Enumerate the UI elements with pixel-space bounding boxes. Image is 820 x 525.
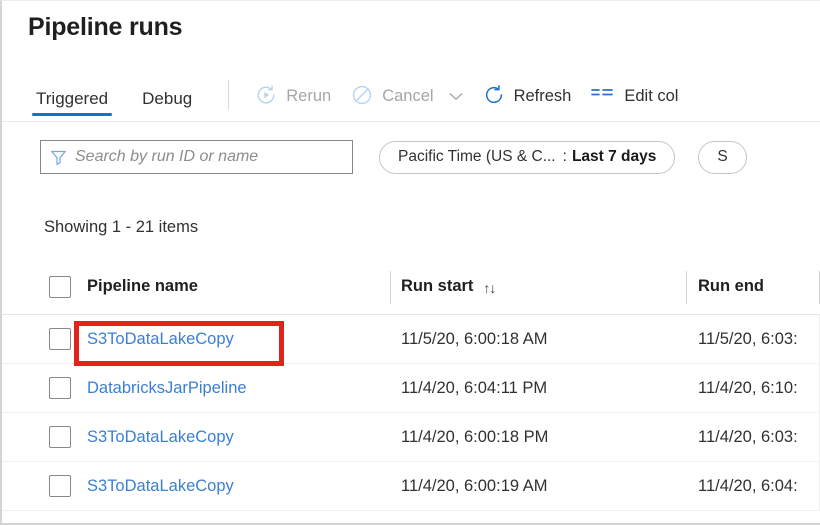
table-header-row: Pipeline name Run start ↑↓ Run end	[2, 259, 820, 315]
tab-triggered-label: Triggered	[36, 89, 108, 108]
search-input[interactable]: Search by run ID or name	[75, 148, 258, 166]
row-select-checkbox[interactable]	[49, 328, 71, 350]
pipeline-name-link[interactable]: S3ToDataLakeCopy	[87, 477, 234, 496]
rerun-button[interactable]: Rerun	[245, 78, 341, 112]
column-header-run-start[interactable]: Run start ↑↓	[401, 277, 495, 296]
refresh-icon	[483, 84, 505, 106]
toolbar: Rerun Cancel	[245, 69, 820, 122]
run-start-value: 11/4/20, 6:04:11 PM	[401, 379, 547, 398]
pipeline-name-link[interactable]: S3ToDataLakeCopy	[87, 330, 234, 349]
edit-columns-label: Edit col	[624, 88, 678, 105]
refresh-button[interactable]: Refresh	[473, 78, 582, 112]
toolbar-divider	[228, 80, 229, 110]
tab-debug[interactable]: Debug	[138, 89, 196, 122]
pipeline-runs-table: Pipeline name Run start ↑↓ Run end S3ToD…	[2, 259, 820, 511]
row-select-checkbox[interactable]	[49, 475, 71, 497]
tab-debug-label: Debug	[142, 89, 192, 108]
run-end-value: 11/4/20, 6:10:	[698, 379, 798, 398]
column-header-pipeline-name-label: Pipeline name	[87, 277, 198, 296]
table-row[interactable]: S3ToDataLakeCopy 11/5/20, 6:00:18 AM 11/…	[2, 315, 820, 364]
row-select-checkbox[interactable]	[49, 426, 71, 448]
cancel-button[interactable]: Cancel	[341, 78, 472, 112]
column-header-run-start-label: Run start	[401, 277, 473, 296]
filter-bar: Search by run ID or name Pacific Time (U…	[2, 129, 820, 185]
pipeline-name-link[interactable]: DatabricksJarPipeline	[87, 379, 247, 398]
filter-funnel-icon	[50, 149, 67, 166]
timezone-label: Pacific Time (US & C...	[398, 148, 556, 166]
column-header-run-end[interactable]: Run end	[698, 277, 764, 296]
pill-separator: :	[563, 148, 567, 166]
run-end-value: 11/4/20, 6:04:	[698, 477, 798, 496]
row-checkbox-cell	[49, 426, 71, 448]
status-filter-pill[interactable]: S	[698, 141, 746, 174]
sort-arrows-icon[interactable]: ↑↓	[483, 280, 495, 296]
run-end-value: 11/4/20, 6:03:	[698, 428, 798, 447]
status-filter-label: S	[717, 148, 727, 166]
rerun-label: Rerun	[286, 88, 331, 105]
rerun-icon	[255, 84, 277, 106]
row-checkbox-cell	[49, 475, 71, 497]
showing-count: Showing 1 - 21 items	[44, 218, 198, 237]
column-header-run-end-label: Run end	[698, 277, 764, 296]
tab-triggered[interactable]: Triggered	[32, 89, 112, 122]
table-row[interactable]: S3ToDataLakeCopy 11/4/20, 6:00:18 PM 11/…	[2, 413, 820, 462]
select-all-checkbox-cell	[49, 276, 71, 298]
cancel-label: Cancel	[382, 88, 433, 105]
tab-list: Triggered Debug	[2, 69, 222, 122]
search-box[interactable]: Search by run ID or name	[40, 140, 353, 174]
refresh-label: Refresh	[514, 88, 572, 105]
run-start-value: 11/4/20, 6:00:18 PM	[401, 428, 548, 447]
edit-columns-button[interactable]: Edit col	[581, 80, 688, 110]
time-range-value: Last 7 days	[572, 148, 656, 166]
column-divider	[686, 271, 687, 304]
column-divider	[390, 271, 391, 304]
command-bar: Triggered Debug Rerun	[2, 69, 820, 122]
run-end-value: 11/5/20, 6:03:	[698, 330, 798, 349]
row-checkbox-cell	[49, 377, 71, 399]
table-row[interactable]: DatabricksJarPipeline 11/4/20, 6:04:11 P…	[2, 364, 820, 413]
edit-columns-icon	[591, 86, 615, 104]
pipeline-name-link[interactable]: S3ToDataLakeCopy	[87, 428, 234, 447]
run-start-value: 11/4/20, 6:00:19 AM	[401, 477, 547, 496]
cancel-icon	[351, 84, 373, 106]
chevron-down-icon[interactable]	[449, 89, 463, 104]
pipeline-runs-panel: Pipeline runs Triggered Debug R	[0, 0, 820, 525]
table-row[interactable]: S3ToDataLakeCopy 11/4/20, 6:00:19 AM 11/…	[2, 462, 820, 511]
column-header-pipeline-name[interactable]: Pipeline name	[87, 277, 198, 296]
time-range-filter-pill[interactable]: Pacific Time (US & C... : Last 7 days	[379, 141, 675, 174]
select-all-checkbox[interactable]	[49, 276, 71, 298]
row-select-checkbox[interactable]	[49, 377, 71, 399]
page-title: Pipeline runs	[28, 13, 182, 42]
row-checkbox-cell	[49, 328, 71, 350]
run-start-value: 11/5/20, 6:00:18 AM	[401, 330, 547, 349]
